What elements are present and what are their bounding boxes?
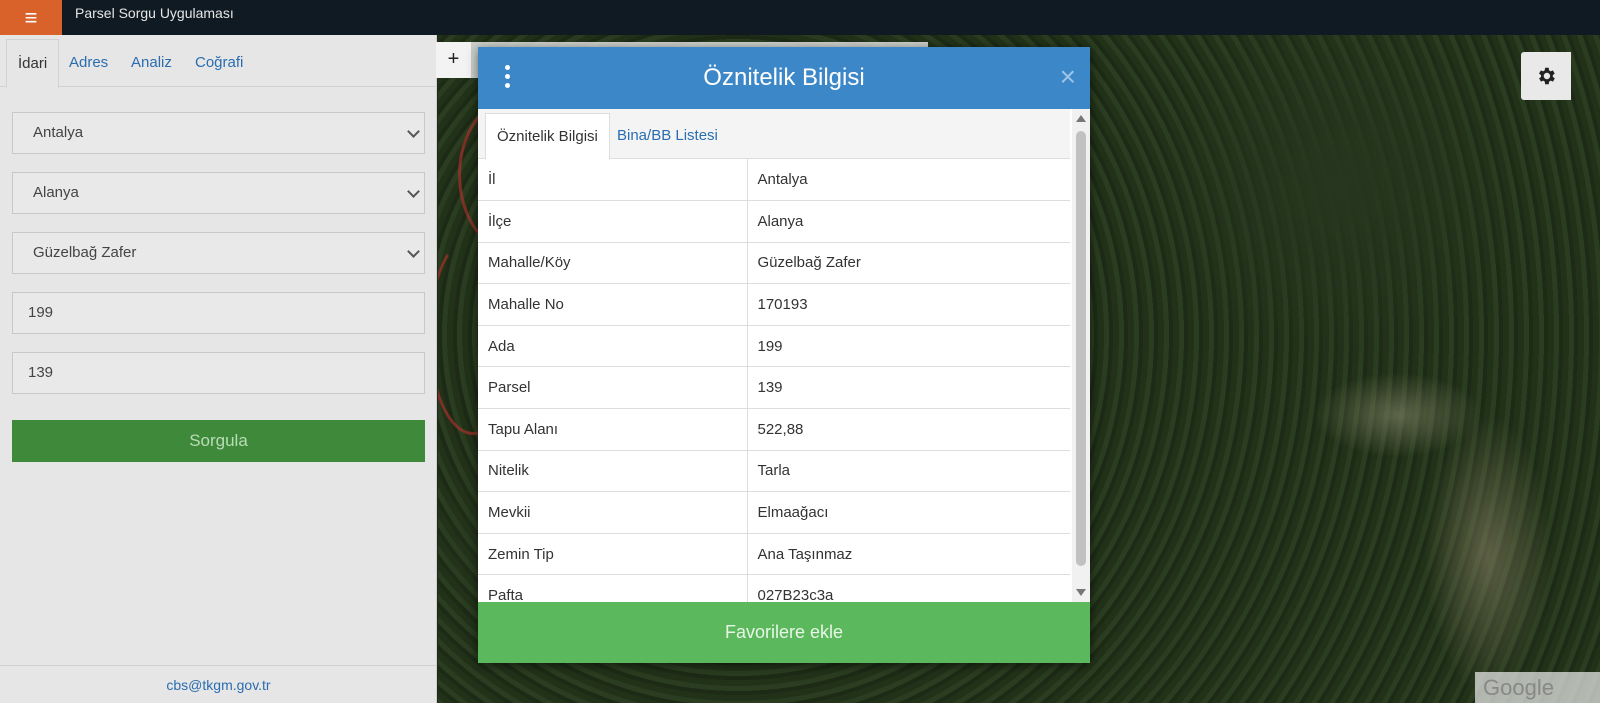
table-row: İl Antalya bbox=[478, 159, 1070, 202]
tab-analiz[interactable]: Analiz bbox=[120, 39, 183, 87]
tab-cografi[interactable]: Coğrafi bbox=[184, 39, 254, 87]
table-row: İlçe Alanya bbox=[478, 200, 1070, 243]
attribute-value: 139 bbox=[747, 366, 1070, 410]
mahalle-select-value: Güzelbağ Zafer bbox=[33, 244, 137, 261]
mahalle-select[interactable]: Güzelbağ Zafer bbox=[12, 232, 425, 274]
query-sidebar: İdari Adres Analiz Coğrafi Antalya Alany… bbox=[0, 35, 437, 703]
google-attribution: Google bbox=[1475, 672, 1600, 703]
dialog-header: Öznitelik Bilgisi × bbox=[478, 47, 1090, 109]
chevron-down-icon bbox=[407, 125, 420, 138]
query-button[interactable]: Sorgula bbox=[12, 420, 425, 462]
tab-oznitelik-bilgisi[interactable]: Öznitelik Bilgisi bbox=[485, 113, 610, 160]
close-icon: × bbox=[1059, 61, 1076, 92]
top-bar: ≡ Parsel Sorgu Uygulaması bbox=[0, 0, 1600, 35]
attribute-value: Tarla bbox=[747, 450, 1070, 493]
table-row: Nitelik Tarla bbox=[478, 450, 1070, 493]
gear-icon bbox=[1539, 67, 1555, 85]
scroll-down-icon[interactable] bbox=[1076, 589, 1086, 596]
ilce-select[interactable]: Alanya bbox=[12, 172, 425, 214]
parsel-input[interactable]: 139 bbox=[12, 352, 425, 394]
chevron-down-icon bbox=[407, 245, 420, 258]
app-title: Parsel Sorgu Uygulaması bbox=[75, 5, 234, 21]
attribute-value: Alanya bbox=[747, 200, 1070, 243]
attribute-key: Nitelik bbox=[478, 450, 748, 493]
table-row: Mevkii Elmaağacı bbox=[478, 491, 1070, 534]
attribute-key: Pafta bbox=[478, 574, 748, 602]
attribute-key: Ada bbox=[478, 325, 748, 368]
tab-adres[interactable]: Adres bbox=[58, 39, 119, 87]
tab-bina-bb-listesi[interactable]: Bina/BB Listesi bbox=[606, 113, 729, 160]
attribute-key: Tapu Alanı bbox=[478, 408, 748, 451]
il-select[interactable]: Antalya bbox=[12, 112, 425, 154]
parsel-input-value: 139 bbox=[28, 364, 54, 381]
attribute-value: Güzelbağ Zafer bbox=[747, 242, 1070, 285]
attribute-value: Elmaağacı bbox=[747, 491, 1070, 534]
dialog-title: Öznitelik Bilgisi bbox=[703, 64, 865, 91]
attribute-value: 199 bbox=[747, 325, 1070, 368]
attribute-value: Ana Taşınmaz bbox=[747, 533, 1070, 576]
table-row: Pafta 027B23c3a bbox=[478, 574, 1070, 602]
chevron-down-icon bbox=[407, 185, 420, 198]
attribute-key: Mahalle No bbox=[478, 283, 748, 326]
table-row: Parsel 139 bbox=[478, 366, 1070, 410]
attribute-value: Antalya bbox=[747, 159, 1070, 202]
scroll-up-icon[interactable] bbox=[1076, 115, 1086, 122]
attribute-value: 027B23c3a bbox=[747, 574, 1070, 602]
attribute-key: Mahalle/Köy bbox=[478, 242, 748, 285]
attribute-key: İl bbox=[478, 159, 748, 202]
ilce-select-value: Alanya bbox=[33, 184, 79, 201]
il-select-value: Antalya bbox=[33, 124, 84, 141]
settings-button[interactable] bbox=[1521, 52, 1571, 100]
dialog-tabs: Öznitelik Bilgisi Bina/BB Listesi bbox=[478, 109, 1070, 160]
attribute-value: 170193 bbox=[747, 283, 1070, 326]
attribute-key: Mevkii bbox=[478, 491, 748, 534]
attribute-info-dialog: Öznitelik Bilgisi × Öznitelik Bilgisi Bi… bbox=[478, 47, 1090, 663]
add-to-favorites-button[interactable]: Favorilere ekle bbox=[478, 602, 1090, 663]
kebab-menu-button[interactable] bbox=[500, 65, 516, 91]
ada-input-value: 199 bbox=[28, 304, 54, 321]
table-scrollbar[interactable] bbox=[1072, 109, 1090, 602]
table-row: Ada 199 bbox=[478, 325, 1070, 368]
zoom-in-button[interactable]: + bbox=[436, 42, 472, 78]
attribute-key: Parsel bbox=[478, 366, 748, 410]
footer-email-link[interactable]: cbs@tkgm.gov.tr bbox=[0, 665, 437, 703]
close-button[interactable]: × bbox=[1060, 63, 1076, 91]
table-row: Mahalle No 170193 bbox=[478, 283, 1070, 326]
ada-input[interactable]: 199 bbox=[12, 292, 425, 334]
table-row: Zemin Tip Ana Taşınmaz bbox=[478, 533, 1070, 576]
table-row: Tapu Alanı 522,88 bbox=[478, 408, 1070, 451]
attribute-table-viewport[interactable]: İl Antalya İlçe Alanya Mahalle/Köy Güzelbağ Z… bbox=[478, 159, 1070, 602]
scroll-thumb[interactable] bbox=[1076, 131, 1086, 566]
attribute-key: Zemin Tip bbox=[478, 533, 748, 576]
attribute-value: 522,88 bbox=[747, 408, 1070, 451]
attribute-key: İlçe bbox=[478, 200, 748, 243]
attribute-table: İl Antalya İlçe Alanya Mahalle/Köy Güzelbağ Z… bbox=[478, 159, 1070, 602]
table-row: Mahalle/Köy Güzelbağ Zafer bbox=[478, 242, 1070, 285]
hamburger-icon: ≡ bbox=[24, 4, 38, 30]
sidebar-tabs: İdari Adres Analiz Coğrafi bbox=[0, 39, 437, 88]
hamburger-menu-button[interactable]: ≡ bbox=[0, 0, 62, 35]
tab-idari[interactable]: İdari bbox=[6, 39, 60, 88]
